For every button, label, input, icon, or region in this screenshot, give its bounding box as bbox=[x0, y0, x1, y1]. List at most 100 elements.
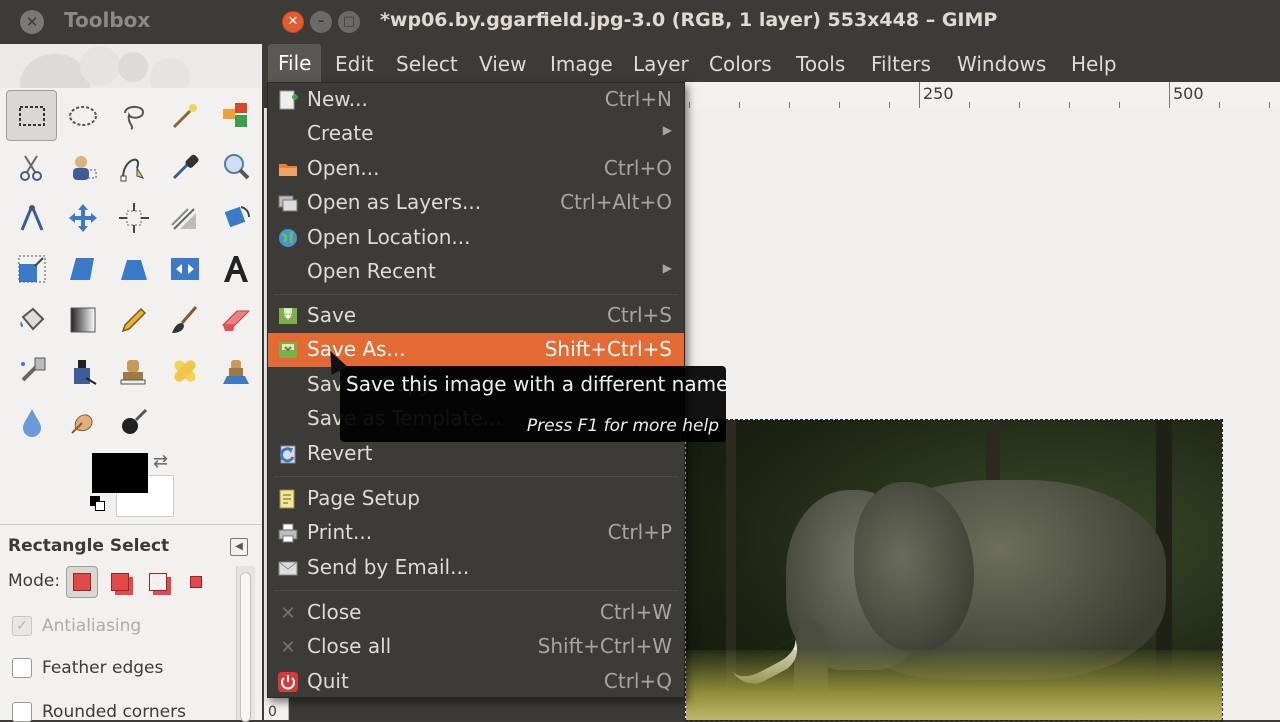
rounded-corners-label: Rounded corners bbox=[42, 702, 186, 722]
feather-edges-option[interactable]: Feather edges bbox=[12, 658, 163, 678]
mode-add-button[interactable] bbox=[104, 566, 136, 598]
menu-item-save[interactable]: Save Ctrl+S bbox=[268, 299, 684, 333]
menu-file[interactable]: File bbox=[268, 44, 322, 82]
blend-tool-icon[interactable] bbox=[57, 294, 108, 345]
window-minimize-button[interactable]: – bbox=[310, 11, 332, 33]
toolbox-window: ✕ Toolbox ⇄ Rectangle Select ◀ Mode: ✓ A… bbox=[0, 0, 262, 722]
menu-item-close-all[interactable]: ✕ Close all Shift+Ctrl+W bbox=[268, 630, 684, 664]
ink-tool-icon[interactable] bbox=[57, 345, 108, 396]
text-tool-icon[interactable] bbox=[210, 243, 261, 294]
menu-tools[interactable]: Tools bbox=[796, 52, 845, 76]
horizontal-ruler[interactable]: 250 500 bbox=[685, 82, 1280, 109]
ruler-label-500: 500 bbox=[1173, 84, 1204, 103]
save-icon bbox=[276, 304, 300, 328]
foreground-select-tool-icon[interactable] bbox=[57, 141, 108, 192]
menu-item-open-recent[interactable]: Open Recent ▶ bbox=[268, 255, 684, 289]
rotate-tool-icon[interactable] bbox=[210, 192, 261, 243]
swap-colors-icon[interactable]: ⇄ bbox=[153, 451, 168, 472]
menu-help[interactable]: Help bbox=[1071, 52, 1117, 76]
menu-item-open-location[interactable]: Open Location... bbox=[268, 221, 684, 255]
tool-options-scrollbar[interactable] bbox=[236, 566, 255, 722]
measure-tool-icon[interactable] bbox=[6, 192, 57, 243]
rounded-corners-option[interactable]: Rounded corners bbox=[12, 702, 186, 722]
mode-subtract-button[interactable] bbox=[142, 566, 174, 598]
tool-options-collapse-icon[interactable]: ◀ bbox=[230, 538, 248, 556]
window-close-button[interactable]: ✕ bbox=[282, 11, 304, 33]
heal-tool-icon[interactable] bbox=[159, 345, 210, 396]
menu-filters[interactable]: Filters bbox=[871, 52, 931, 76]
menu-item-close[interactable]: ✕ Close Ctrl+W bbox=[268, 596, 684, 630]
window-title: *wp06.by.ggarfield.jpg-3.0 (RGB, 1 layer… bbox=[380, 9, 998, 31]
menu-item-print[interactable]: Print... Ctrl+P bbox=[268, 516, 684, 550]
move-tool-icon[interactable] bbox=[57, 192, 108, 243]
menu-item-create[interactable]: Create ▶ bbox=[268, 117, 684, 151]
zoom-tool-icon[interactable] bbox=[210, 141, 261, 192]
toolbox-close-button[interactable]: ✕ bbox=[20, 10, 44, 34]
color-picker-tool-icon[interactable] bbox=[159, 141, 210, 192]
menu-item-page-setup[interactable]: Page Setup bbox=[268, 482, 684, 516]
blur-tool-icon[interactable] bbox=[6, 396, 57, 447]
wilber-drop-area[interactable] bbox=[0, 44, 262, 88]
antialiasing-option[interactable]: ✓ Antialiasing bbox=[12, 616, 141, 636]
airbrush-tool-icon[interactable] bbox=[6, 345, 57, 396]
crop-tool-icon[interactable] bbox=[159, 192, 210, 243]
menu-item-quit[interactable]: Quit Ctrl+Q bbox=[268, 665, 684, 699]
menu-layer[interactable]: Layer bbox=[633, 52, 689, 76]
antialiasing-checkbox[interactable]: ✓ bbox=[12, 616, 32, 636]
paintbrush-tool-icon[interactable] bbox=[159, 294, 210, 345]
align-tool-icon[interactable] bbox=[108, 192, 159, 243]
menu-item-new[interactable]: New... Ctrl+N bbox=[268, 83, 684, 117]
tool-options-separator bbox=[0, 524, 262, 525]
close-all-icon: ✕ bbox=[280, 636, 296, 658]
bucket-fill-tool-icon[interactable] bbox=[6, 294, 57, 345]
tool-options-title: Rectangle Select bbox=[8, 536, 170, 556]
menu-item-open-as-layers[interactable]: Open as Layers... Ctrl+Alt+O bbox=[268, 186, 684, 220]
menu-windows[interactable]: Windows bbox=[957, 52, 1046, 76]
flip-tool-icon[interactable] bbox=[159, 243, 210, 294]
open-icon bbox=[276, 157, 300, 181]
free-select-tool-icon[interactable] bbox=[108, 90, 159, 141]
window-maximize-button[interactable]: □ bbox=[338, 11, 360, 33]
mode-intersect-button[interactable] bbox=[180, 566, 212, 598]
mode-label: Mode: bbox=[8, 571, 61, 591]
perspective-tool-icon[interactable] bbox=[108, 243, 159, 294]
rounded-corners-checkbox[interactable] bbox=[12, 702, 32, 722]
eraser-tool-icon[interactable] bbox=[210, 294, 261, 345]
menu-edit[interactable]: Edit bbox=[335, 52, 374, 76]
menu-separator bbox=[274, 590, 678, 591]
toolbox-titlebar: ✕ Toolbox bbox=[0, 0, 262, 44]
scissors-tool-icon[interactable] bbox=[6, 141, 57, 192]
submenu-arrow-icon: ▶ bbox=[662, 123, 672, 137]
smudge-tool-icon[interactable] bbox=[57, 396, 108, 447]
menu-item-revert[interactable]: Revert bbox=[268, 437, 684, 471]
menu-item-send-by-email[interactable]: Send by Email... bbox=[268, 551, 684, 585]
menu-colors[interactable]: Colors bbox=[709, 52, 772, 76]
image-window-titlebar: ✕ – □ *wp06.by.ggarfield.jpg-3.0 (RGB, 1… bbox=[264, 0, 1280, 44]
menu-select[interactable]: Select bbox=[396, 52, 458, 76]
dodge-burn-tool-icon[interactable] bbox=[108, 396, 159, 447]
paths-tool-icon[interactable] bbox=[108, 141, 159, 192]
scale-tool-icon[interactable] bbox=[6, 243, 57, 294]
pencil-tool-icon[interactable] bbox=[108, 294, 159, 345]
reset-colors-icon[interactable] bbox=[90, 496, 106, 512]
feather-edges-checkbox[interactable] bbox=[12, 658, 32, 678]
shear-tool-icon[interactable] bbox=[57, 243, 108, 294]
menu-view[interactable]: View bbox=[479, 52, 526, 76]
menu-item-open[interactable]: Open... Ctrl+O bbox=[268, 152, 684, 186]
new-icon bbox=[276, 88, 300, 112]
foreground-color-swatch-front[interactable] bbox=[92, 453, 148, 493]
ellipse-select-tool-icon[interactable] bbox=[57, 90, 108, 141]
email-icon bbox=[276, 556, 300, 580]
quit-icon bbox=[276, 670, 300, 694]
clone-tool-icon[interactable] bbox=[108, 345, 159, 396]
image-canvas-elephant[interactable] bbox=[685, 419, 1223, 721]
rect-select-tool-icon[interactable] bbox=[6, 90, 57, 141]
fuzzy-select-tool-icon[interactable] bbox=[159, 90, 210, 141]
scrollbar-thumb[interactable] bbox=[240, 572, 251, 722]
mode-replace-button[interactable] bbox=[66, 566, 98, 598]
antialiasing-label: Antialiasing bbox=[42, 616, 142, 636]
menu-image[interactable]: Image bbox=[550, 52, 613, 76]
select-by-color-tool-icon[interactable] bbox=[210, 90, 261, 141]
perspective-clone-tool-icon[interactable] bbox=[210, 345, 261, 396]
ruler-label-250: 250 bbox=[923, 84, 954, 103]
